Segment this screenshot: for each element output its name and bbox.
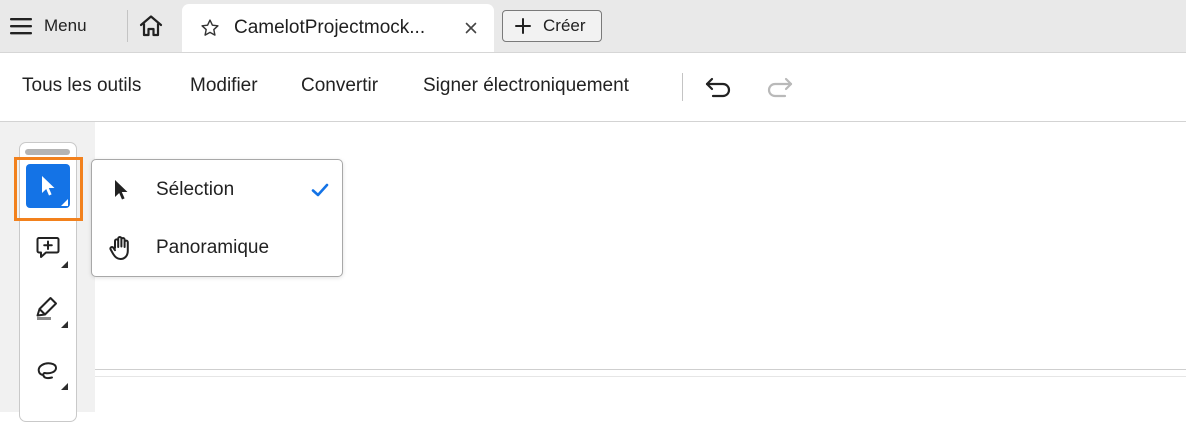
toolbar-e-sign[interactable]: Signer électroniquement	[423, 75, 629, 97]
select-tool-button[interactable]	[26, 164, 70, 208]
page-divider-secondary	[95, 376, 1186, 377]
flyout-indicator	[61, 199, 68, 206]
redo-button[interactable]	[762, 73, 796, 101]
home-icon	[138, 14, 164, 38]
pointer-icon	[39, 174, 57, 198]
pointer-icon	[106, 175, 136, 205]
lasso-icon	[34, 357, 62, 383]
document-tab[interactable]: CamelotProjectmock...	[182, 4, 494, 52]
create-button[interactable]: Créer	[502, 10, 602, 42]
flyout-indicator	[61, 261, 68, 268]
plus-icon	[515, 18, 531, 34]
toolbar-divider	[682, 73, 683, 101]
star-icon[interactable]	[200, 18, 220, 38]
rail-drag-handle[interactable]	[25, 149, 70, 155]
flyout-item-label: Sélection	[156, 179, 235, 200]
tab-bar: Menu CamelotProjectmock... Créer	[0, 0, 1186, 53]
flyout-indicator	[61, 383, 68, 390]
top-toolbar: Tous les outils Modifier Convertir Signe…	[0, 53, 1186, 122]
menu-button[interactable]: Menu	[10, 8, 118, 44]
freehand-tool-button[interactable]	[26, 348, 70, 392]
create-label: Créer	[543, 16, 586, 35]
divider	[127, 10, 128, 42]
undo-button[interactable]	[702, 73, 736, 101]
highlighter-icon	[34, 294, 62, 322]
flyout-item-selection[interactable]: Sélection	[92, 162, 341, 218]
select-tool-flyout: Sélection Panoramique	[91, 159, 343, 277]
comment-tool-button[interactable]	[26, 226, 70, 270]
page-divider	[95, 369, 1186, 370]
home-button[interactable]	[134, 10, 168, 42]
add-comment-icon	[35, 235, 61, 261]
hamburger-icon	[10, 17, 32, 35]
hand-icon	[106, 233, 136, 263]
flyout-item-pan[interactable]: Panoramique	[92, 220, 341, 276]
draw-tool-button[interactable]	[26, 286, 70, 330]
flyout-item-label: Panoramique	[156, 237, 270, 258]
flyout-indicator	[61, 321, 68, 328]
menu-label: Menu	[44, 16, 87, 35]
document-tab-title: CamelotProjectmock...	[234, 17, 426, 38]
close-icon[interactable]	[460, 17, 482, 39]
checkmark-icon	[311, 182, 329, 198]
toolbar-all-tools[interactable]: Tous les outils	[22, 75, 141, 97]
toolbar-edit[interactable]: Modifier	[190, 75, 258, 97]
undo-icon	[704, 76, 734, 98]
quick-tools-rail	[19, 142, 77, 422]
toolbar-convert[interactable]: Convertir	[301, 75, 378, 97]
redo-icon	[764, 76, 794, 98]
